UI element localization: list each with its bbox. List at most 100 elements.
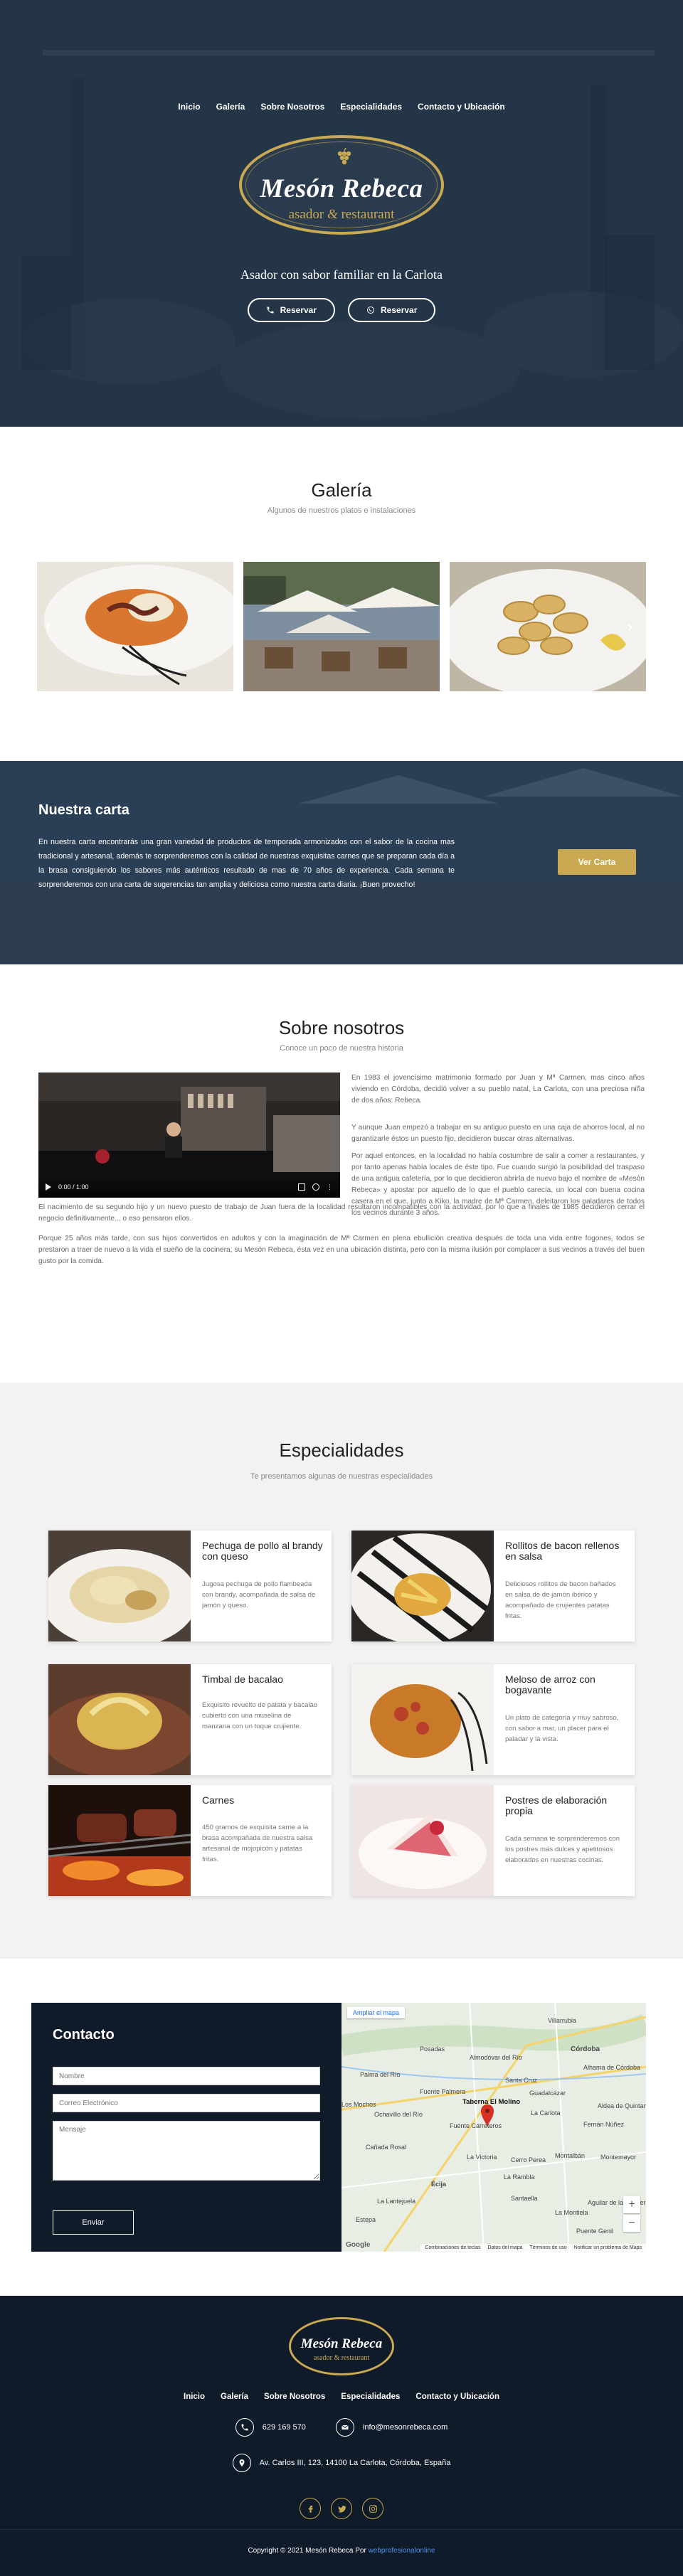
specialty-title: Timbal de bacalao [202,1673,283,1685]
facebook-icon[interactable] [300,2498,321,2519]
footer-nav-galeria[interactable]: Galería [221,2393,248,2401]
map-attrib-report[interactable]: Notificar un problema de Maps [574,2245,642,2250]
specialty-card-pollo[interactable]: Pechuga de pollo al brandy con queso Jug… [48,1531,332,1641]
more-options-icon[interactable]: ⋮ [327,1183,333,1191]
footer-phone[interactable]: 629 169 570 [235,2418,306,2437]
galeria-subtitle: Algunos de nuestros platos e instalacion… [267,506,416,515]
history-video[interactable]: 0:00 / 1:00 ⋮ [38,1073,340,1198]
name-input[interactable] [53,2067,320,2085]
reservar-button-1[interactable]: Reservar [247,298,335,322]
specialty-card-carnes[interactable]: Carnes 450 gramos de exquisita carne a l… [48,1785,332,1896]
hero-tagline: Asador con sabor familiar en la Carlota [240,267,443,282]
specialty-image-rollitos [351,1531,494,1641]
specialty-title: Meloso de arroz con bogavante [505,1673,595,1696]
gallery-prev-arrow[interactable]: ‹ [46,617,51,636]
ver-carta-button[interactable]: Ver Carta [558,849,636,875]
google-logo: Google [346,2241,371,2249]
footer-address-text: Av. Carlos III, 123, 14100 La Carlota, C… [259,2459,451,2467]
dish-calamares-image [450,562,646,691]
gallery-photo-2[interactable] [243,562,440,691]
galeria-section: Galería Algunos de nuestros platos e ins… [0,427,683,761]
specialty-desc: Exquisito revuelto de patata y bacalao c… [202,1701,318,1730]
nav-item-especialidades[interactable]: Especialidades [340,102,402,112]
nav-item-sobre-nosotros[interactable]: Sobre Nosotros [260,102,324,112]
grapes-icon [337,148,351,165]
volume-icon[interactable] [312,1183,319,1191]
footer-nav-contacto[interactable]: Contacto y Ubicación [415,2393,499,2401]
map-attrib-shortcuts[interactable]: Combinaciones de teclas [425,2245,480,2250]
sobre-paragraph-2: Y aunque Juan empezó a trabajar en su an… [351,1124,645,1143]
video-controls: 0:00 / 1:00 ⋮ [38,1176,340,1198]
specialty-card-postres[interactable]: Postres de elaboración propia Cada seman… [351,1785,635,1896]
map-place: La Rambla [504,2173,535,2181]
hero-section: Inicio Galería Sobre Nosotros Especialid… [0,0,683,427]
map-place: Cerro Perea [511,2156,546,2163]
footer-address[interactable]: Av. Carlos III, 123, 14100 La Carlota, C… [232,2454,451,2472]
logo-name: Mesón Rebeca [260,174,423,203]
specialty-image-meloso [351,1664,494,1775]
google-map[interactable]: Ampliar el mapa Córdoba Villarrubia Almo… [342,2003,646,2252]
terrace-image [243,562,440,691]
send-button[interactable]: Enviar [53,2210,134,2235]
specialty-image-carnes [48,1785,191,1896]
map-attrib-terms[interactable]: Términos de uso [530,2245,567,2250]
specialty-image-timbal [48,1664,191,1775]
fullscreen-icon[interactable] [298,1183,305,1191]
specialty-desc: 450 gramos de exquisita carne a la brasa… [202,1824,313,1863]
map-marker-label[interactable]: Taberna El Molino [462,2098,520,2106]
footer-nav-especialidades[interactable]: Especialidades [341,2393,400,2401]
copyright-link[interactable]: webprofesionalonline [369,2547,435,2555]
message-textarea[interactable] [53,2121,320,2181]
map-zoom-out-button[interactable]: − [623,2215,640,2232]
hero-buttons: Reservar Reservar [0,298,683,322]
contact-form: Contacto Enviar [31,2003,342,2252]
email-input[interactable] [53,2094,320,2112]
gallery-next-arrow[interactable]: › [628,617,632,636]
footer-email[interactable]: info@mesonrebeca.com [335,2418,448,2437]
specialty-title: Rollitos de bacon rellenos en salsa [505,1540,620,1562]
play-icon[interactable] [46,1183,51,1191]
footer-nav-sobre-nosotros[interactable]: Sobre Nosotros [264,2393,325,2401]
twitter-icon[interactable] [331,2498,352,2519]
nav-item-galeria[interactable]: Galería [216,102,245,112]
footer-logo[interactable]: Mesón Rebeca asador & restaurant [289,2317,394,2375]
contacto-section: Contacto Enviar Ampliar el mapa Córdoba … [0,1959,683,2296]
map-place: Montalbán [555,2152,586,2159]
reservar-button-2[interactable]: Reservar [348,298,436,322]
map-place: La Victoria [467,2154,497,2161]
instagram-icon[interactable] [362,2498,383,2519]
video-time: 0:00 / 1:00 [58,1183,89,1191]
gallery-photo-1[interactable] [37,562,233,691]
specialty-desc: Cada semana te sorprenderemos con los po… [505,1835,620,1864]
map-attrib-data[interactable]: Datos del mapa [488,2245,523,2250]
map-place: Córdoba [571,2045,600,2053]
logo-sub-asador: asador [288,207,324,222]
map-place: Almodóvar del Río [470,2054,523,2061]
specialty-image-pollo [48,1531,191,1641]
hero-logo[interactable]: Mesón Rebeca asador & restaurant [239,135,444,235]
expand-map-link[interactable]: Ampliar el mapa [347,2007,406,2018]
galeria-title: Galería [311,479,372,501]
footer-logo-name: Mesón Rebeca [300,2336,383,2351]
nav-item-contacto[interactable]: Contacto y Ubicación [418,102,505,112]
specialty-desc: Un plato de categoría y muy sabroso, con… [505,1714,619,1743]
map-place: Écija [431,2181,447,2188]
carta-title: Nuestra carta [38,802,129,818]
map-place: Montemayor [600,2154,637,2161]
specialty-card-timbal[interactable]: Timbal de bacalao Exquisito revuelto de … [48,1664,332,1775]
specialty-title: Carnes [202,1794,235,1806]
copyright: Copyright © 2021 Mesón Rebeca Por webpro… [0,2547,683,2555]
footer-nav-inicio[interactable]: Inicio [184,2393,205,2401]
map-zoom-in-button[interactable]: + [623,2196,640,2213]
footer: Mesón Rebeca asador & restaurant Inicio … [0,2296,683,2576]
location-icon [232,2454,251,2472]
specialty-card-rollitos[interactable]: Rollitos de bacon rellenos en salsa Deli… [351,1531,635,1641]
specialty-card-meloso[interactable]: Meloso de arroz con bogavante Un plato d… [351,1664,635,1775]
main-nav: Inicio Galería Sobre Nosotros Especialid… [0,102,683,112]
gallery-photo-3[interactable] [450,562,646,691]
nav-item-inicio[interactable]: Inicio [178,102,200,112]
map-place: Ochavillo del Río [374,2111,423,2118]
specialty-desc: Jugosa pechuga de pollo flambeada con br… [202,1580,316,1609]
especialidades-subtitle: Te presentamos algunas de nuestras espec… [250,1472,433,1481]
carta-section: Nuestra carta En nuestra carta encontrar… [0,761,683,964]
